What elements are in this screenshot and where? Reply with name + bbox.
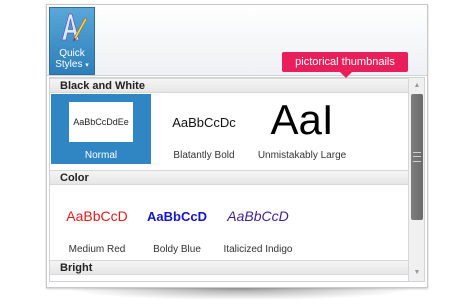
- style-item-boldy-blue[interactable]: AaBbCcD Boldy Blue: [138, 190, 216, 260]
- gallery-scrollbar[interactable]: ▲ ▼: [408, 78, 424, 281]
- quick-styles-icon: [61, 13, 88, 42]
- chevron-down-icon: ▾: [85, 62, 89, 69]
- style-item-normal[interactable]: AaBbCcDdEe Normal: [51, 94, 151, 164]
- style-label: Unmistakably Large: [257, 150, 347, 161]
- style-preview: AaBbCcDc: [172, 114, 236, 130]
- style-label: Blatantly Bold: [173, 150, 235, 161]
- style-preview: AaBbCcD: [227, 208, 289, 224]
- style-label: Boldy Blue: [153, 244, 201, 255]
- group-header-color: Color: [50, 170, 408, 185]
- quick-styles-label: Quick Styles ▾: [55, 48, 89, 70]
- style-label: Normal: [84, 150, 118, 161]
- style-item-medium-red[interactable]: AaBbCcD Medium Red: [54, 190, 140, 260]
- style-label: Italicized Indigo: [223, 244, 293, 255]
- group-header-bright: Bright: [50, 260, 408, 275]
- style-item-unmistakably-large[interactable]: AaI Unmistakably Large: [252, 94, 352, 164]
- style-item-italicized-indigo[interactable]: AaBbCcD Italicized Indigo: [214, 190, 302, 260]
- style-preview: AaBbCcD: [147, 208, 207, 224]
- quick-styles-button[interactable]: Quick Styles ▾: [49, 7, 95, 75]
- scroll-up-icon[interactable]: ▲: [412, 81, 422, 91]
- quick-styles-panel: Quick Styles ▾ Black and White AaBbCcDdE…: [46, 4, 428, 288]
- thumbnails-callout: pictorical thumbnails: [282, 52, 408, 78]
- style-item-blatantly-bold[interactable]: AaBbCcDc Blatantly Bold: [156, 94, 252, 164]
- scroll-down-icon[interactable]: ▼: [412, 268, 422, 278]
- group-header-black-and-white: Black and White: [50, 78, 408, 93]
- style-preview: AaBbCcD: [66, 208, 128, 224]
- style-label: Medium Red: [68, 244, 126, 255]
- style-preview: AaI: [270, 96, 334, 143]
- grip-icon: [413, 152, 421, 162]
- style-preview: AaBbCcDdEe: [51, 98, 151, 146]
- scrollbar-thumb[interactable]: [411, 94, 423, 220]
- normal-thumbnail: AaBbCcDdEe: [69, 102, 133, 142]
- styles-gallery: Black and White AaBbCcDdEe Normal AaBbCc…: [49, 77, 425, 282]
